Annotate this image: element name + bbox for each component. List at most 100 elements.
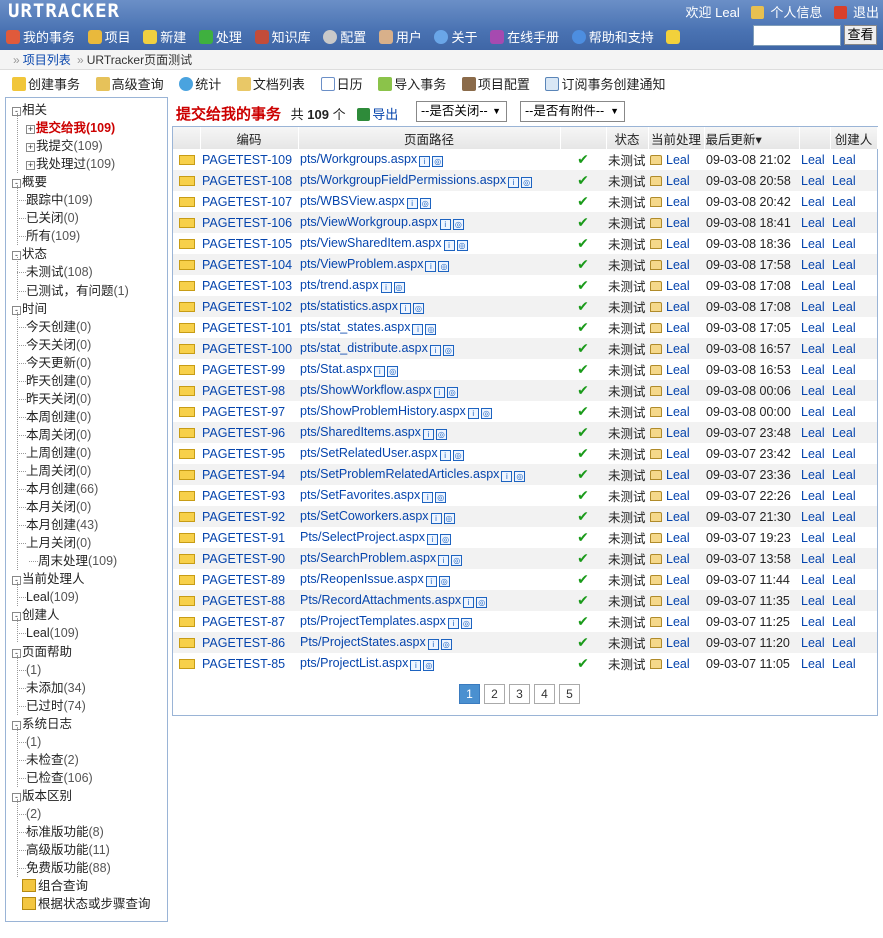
page-path-cell[interactable]: pts/statistics.aspx i ◎ (298, 296, 560, 317)
issue-code-cell[interactable]: PAGETEST-104 (200, 254, 298, 275)
creator-link[interactable]: Leal (832, 363, 856, 377)
creator-link[interactable]: Leal (832, 153, 856, 167)
creator-cell[interactable]: Leal (830, 170, 877, 191)
issue-code-link[interactable]: PAGETEST-107 (202, 195, 292, 209)
table-row[interactable]: PAGETEST-96 pts/SharedItems.aspx i ◎ ✔ 未测试 Lea… (173, 422, 877, 443)
info-icon[interactable]: i (422, 492, 434, 503)
updater-cell[interactable]: Leal (799, 464, 830, 485)
table-row[interactable]: PAGETEST-104 pts/ViewProblem.aspx i ◎ ✔ 未测试 Le… (173, 254, 877, 275)
creator-cell[interactable]: Leal (830, 317, 877, 338)
creator-cell[interactable]: Leal (830, 590, 877, 611)
creator-cell[interactable]: Leal (830, 485, 877, 506)
table-row[interactable]: PAGETEST-98 pts/ShowWorkflow.aspx i ◎ ✔ 未测试 Le… (173, 380, 877, 401)
preview-icon[interactable]: ◎ (387, 366, 399, 377)
preview-icon[interactable]: ◎ (412, 303, 424, 314)
page-path-link[interactable]: pts/SharedItems.aspx (300, 425, 421, 439)
page-path-cell[interactable]: Pts/RecordAttachments.aspx i ◎ (298, 590, 560, 611)
updater-cell[interactable]: Leal (799, 233, 830, 254)
preview-icon[interactable]: ◎ (443, 513, 455, 524)
info-icon[interactable]: i (399, 303, 411, 314)
page-path-cell[interactable]: pts/WBSView.aspx i ◎ (298, 191, 560, 212)
issue-code-cell[interactable]: PAGETEST-109 (200, 149, 298, 170)
issue-code-link[interactable]: PAGETEST-104 (202, 258, 292, 272)
info-icon[interactable]: i (422, 429, 434, 440)
handler-cell[interactable]: Leal (648, 422, 704, 443)
tree-item[interactable]: 本月创建(43) (17, 516, 98, 534)
issue-code-link[interactable]: PAGETEST-105 (202, 237, 292, 251)
updater-cell[interactable]: Leal (799, 149, 830, 170)
updater-link[interactable]: Leal (801, 594, 825, 608)
tree-item[interactable]: 昨天关闭(0) (17, 390, 91, 408)
page-path-link[interactable]: pts/ProjectList.aspx (300, 656, 408, 670)
issue-code-link[interactable]: PAGETEST-109 (202, 153, 292, 167)
issue-code-link[interactable]: PAGETEST-102 (202, 300, 292, 314)
preview-icon[interactable]: ◎ (435, 429, 447, 440)
nav-knowledge[interactable]: 知识库 (254, 27, 311, 46)
page-path-cell[interactable]: pts/ShowProblemHistory.aspx i ◎ (298, 401, 560, 422)
logout-link[interactable]: 退出 (830, 5, 879, 20)
table-row[interactable]: PAGETEST-93 pts/SetFavorites.aspx i ◎ ✔ 未测试 Le… (173, 485, 877, 506)
creator-link[interactable]: Leal (832, 300, 856, 314)
tree-group[interactable]: - 创建人 (12, 606, 60, 624)
issue-code-cell[interactable]: PAGETEST-91 (200, 527, 298, 548)
updater-cell[interactable]: Leal (799, 212, 830, 233)
creator-cell[interactable]: Leal (830, 569, 877, 590)
handler-cell[interactable]: Leal (648, 149, 704, 170)
tree-item[interactable]: 今天关闭(0) (17, 336, 91, 354)
document-list-button[interactable]: 文档列表 (236, 74, 305, 93)
handler-link[interactable]: Leal (666, 552, 690, 566)
handler-link[interactable]: Leal (666, 447, 690, 461)
handler-cell[interactable]: Leal (648, 317, 704, 338)
tree-group[interactable]: - 当前处理人 (12, 570, 85, 588)
creator-link[interactable]: Leal (832, 573, 856, 587)
preview-icon[interactable]: ◎ (446, 387, 458, 398)
expand-icon[interactable]: + (26, 143, 35, 153)
updater-cell[interactable]: Leal (799, 317, 830, 338)
handler-link[interactable]: Leal (666, 384, 690, 398)
updater-link[interactable]: Leal (801, 615, 825, 629)
creator-link[interactable]: Leal (832, 447, 856, 461)
preview-icon[interactable]: ◎ (456, 240, 468, 251)
tree-item[interactable]: 已关闭(0) (17, 209, 79, 227)
table-row[interactable]: PAGETEST-103 pts/trend.aspx i ◎ ✔ 未测试 Leal 09-0… (173, 275, 877, 296)
updater-link[interactable]: Leal (801, 510, 825, 524)
page-path-cell[interactable]: pts/ViewProblem.aspx i ◎ (298, 254, 560, 275)
table-row[interactable]: PAGETEST-92 pts/SetCoworkers.aspx i ◎ ✔ 未测试 Le… (173, 506, 877, 527)
nav-about[interactable]: 关于 (434, 27, 478, 46)
page-path-link[interactable]: pts/trend.aspx (300, 278, 379, 292)
info-icon[interactable]: i (443, 240, 455, 251)
handler-link[interactable]: Leal (666, 510, 690, 524)
creator-cell[interactable]: Leal (830, 296, 877, 317)
issue-code-link[interactable]: PAGETEST-91 (202, 531, 285, 545)
updater-cell[interactable]: Leal (799, 590, 830, 611)
issue-code-link[interactable]: PAGETEST-100 (202, 342, 292, 356)
project-config-button[interactable]: 项目配置 (461, 74, 530, 93)
issue-code-link[interactable]: PAGETEST-99 (202, 363, 285, 377)
export-button[interactable]: 导出 (357, 107, 398, 122)
nav-my-issues[interactable]: 我的事务 (6, 27, 75, 46)
page-path-cell[interactable]: pts/ViewWorkgroup.aspx i ◎ (298, 212, 560, 233)
tree-item[interactable]: 未添加(34) (17, 679, 86, 697)
page-path-cell[interactable]: pts/ViewSharedItem.aspx i ◎ (298, 233, 560, 254)
preview-icon[interactable]: ◎ (440, 639, 452, 650)
handler-cell[interactable]: Leal (648, 632, 704, 653)
handler-cell[interactable]: Leal (648, 611, 704, 632)
handler-link[interactable]: Leal (666, 594, 690, 608)
handler-cell[interactable]: Leal (648, 338, 704, 359)
handler-cell[interactable]: Leal (648, 233, 704, 254)
table-row[interactable]: PAGETEST-101 pts/stat_states.aspx i ◎ ✔ 未测试 Le… (173, 317, 877, 338)
page-path-link[interactable]: Pts/RecordAttachments.aspx (300, 593, 461, 607)
issue-code-link[interactable]: PAGETEST-87 (202, 615, 285, 629)
col-updated[interactable]: 最后更新▾ (704, 127, 800, 149)
page-path-cell[interactable]: pts/trend.aspx i ◎ (298, 275, 560, 296)
issue-code-link[interactable]: PAGETEST-85 (202, 657, 285, 671)
handler-cell[interactable]: Leal (648, 170, 704, 191)
issue-code-cell[interactable]: PAGETEST-96 (200, 422, 298, 443)
creator-link[interactable]: Leal (832, 174, 856, 188)
handler-link[interactable]: Leal (666, 342, 690, 356)
statistics-button[interactable]: 统计 (179, 74, 221, 93)
preview-icon[interactable]: ◎ (425, 324, 437, 335)
issue-code-link[interactable]: PAGETEST-97 (202, 405, 285, 419)
creator-cell[interactable]: Leal (830, 401, 877, 422)
page-path-link[interactable]: pts/stat_distribute.aspx (300, 341, 428, 355)
